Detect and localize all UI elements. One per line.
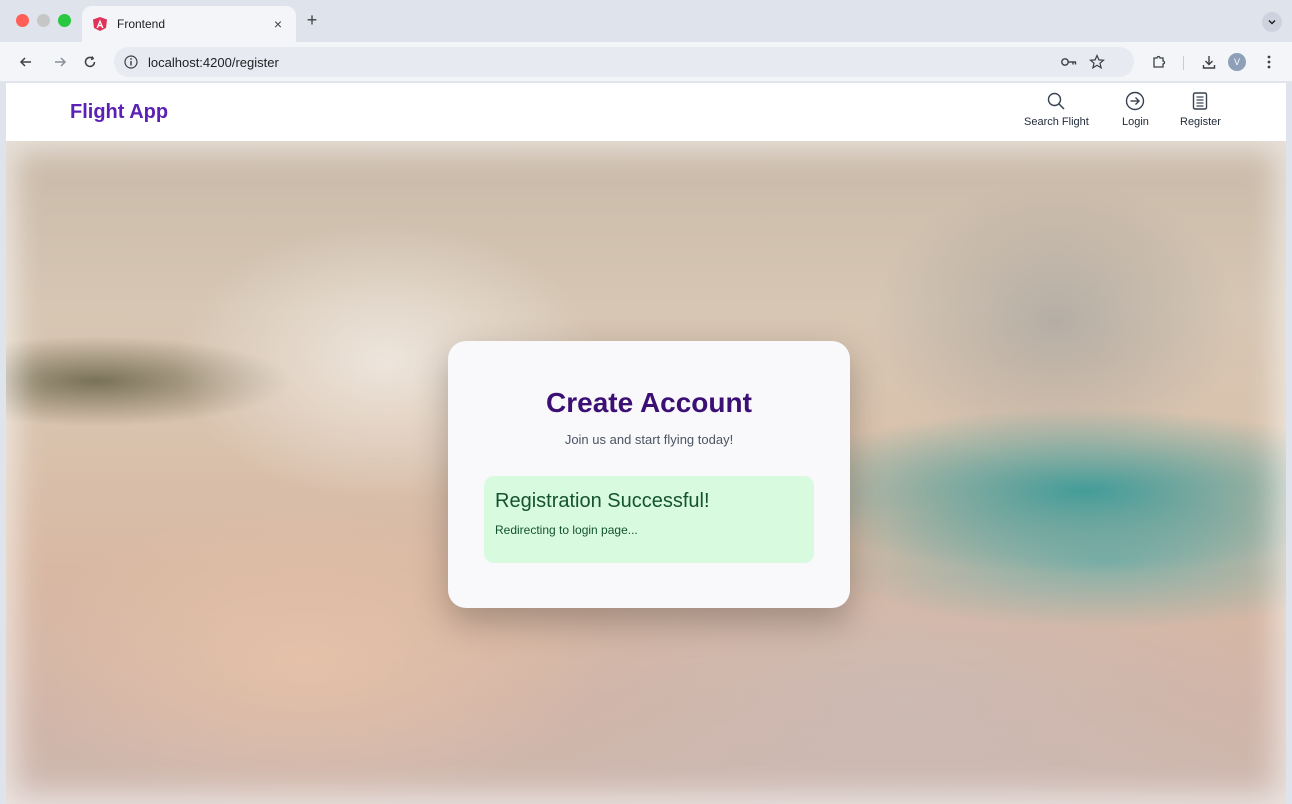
brand-logo[interactable]: Flight App [70,101,168,124]
star-icon [1089,54,1105,70]
password-key-button[interactable] [1058,52,1080,72]
site-info-icon[interactable] [124,55,138,69]
register-icon [1193,92,1208,110]
nav-register[interactable]: Register [1180,91,1221,135]
back-arrow-icon [19,57,31,67]
avatar: V [1228,53,1246,71]
tab-search-button[interactable] [1262,12,1282,32]
download-icon [1202,56,1216,69]
puzzle-icon [1153,55,1166,68]
forward-button[interactable] [50,52,70,72]
reload-icon [84,56,96,68]
close-window-button[interactable] [16,14,29,27]
success-message: Redirecting to login page... [495,523,638,537]
profile-button[interactable]: V [1226,52,1248,72]
card-title: Create Account [546,387,752,418]
back-button[interactable] [16,52,36,72]
page-viewport: Flight App Search Flight Login Register … [6,83,1286,804]
new-tab-button[interactable]: + [302,10,322,31]
hero-background: Create Account Join us and start flying … [6,141,1286,804]
success-alert: Registration Successful! Redirecting to … [484,476,814,563]
tab-title: Frontend [117,17,166,31]
downloads-button[interactable] [1198,52,1220,72]
url-input[interactable] [148,54,1008,70]
login-icon [1126,91,1145,111]
more-vert-icon [1267,55,1271,69]
app-header: Flight App Search Flight Login Register [6,83,1286,141]
nav-login[interactable]: Login [1122,91,1149,135]
nav-label: Login [1122,116,1149,128]
register-card: Create Account Join us and start flying … [448,341,850,608]
extensions-button[interactable] [1148,52,1170,72]
forward-arrow-icon [55,57,67,67]
reload-button[interactable] [80,52,100,72]
bookmark-button[interactable] [1086,52,1108,72]
maximize-window-button[interactable] [58,14,71,27]
success-title: Registration Successful! [495,490,710,512]
search-icon [1048,92,1065,110]
tab-strip: Frontend × + [0,0,1292,42]
toolbar-divider [1183,56,1184,70]
browser-toolbar: V [0,42,1292,82]
address-bar[interactable] [114,47,1134,77]
nav-label: Register [1180,116,1221,128]
browser-tab[interactable]: Frontend × [82,6,296,42]
nav-search-flight[interactable]: Search Flight [1024,91,1089,135]
browser-window: Frontend × + localhost:4200/register V F… [0,0,1292,804]
minimize-window-button[interactable] [37,14,50,27]
tab-close-icon[interactable]: × [270,16,286,32]
chevron-down-icon [1268,19,1276,25]
card-subtitle: Join us and start flying today! [564,432,734,447]
key-icon [1061,58,1077,66]
angular-icon [93,17,107,31]
browser-menu-button[interactable] [1258,52,1280,72]
nav-label: Search Flight [1024,116,1089,128]
